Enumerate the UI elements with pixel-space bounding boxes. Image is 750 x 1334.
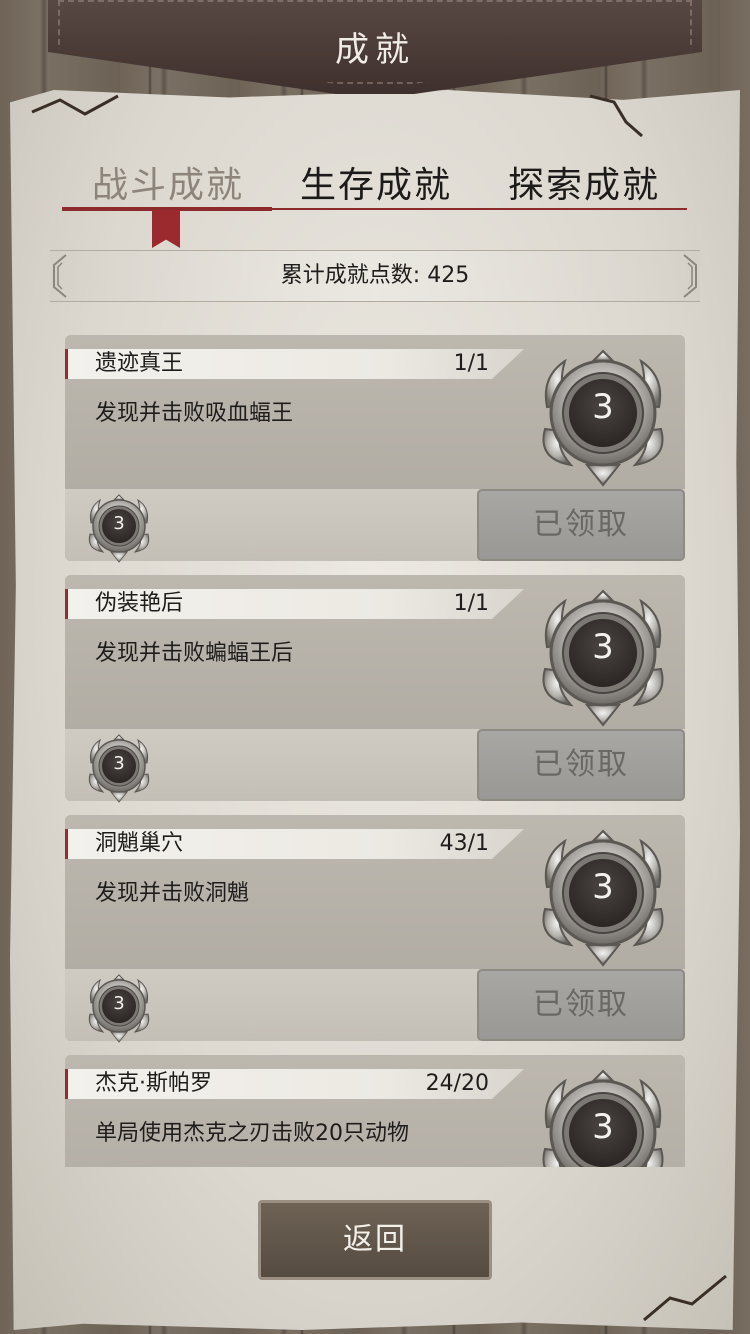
back-button[interactable]: 返回 (258, 1200, 492, 1280)
achievement-card: 遗迹真王 1/1 发现并击败吸血蝠王 3 3 已领取 (65, 335, 685, 561)
tab-survival[interactable]: 生存成就 (300, 156, 452, 208)
tab-explore[interactable]: 探索成就 (508, 156, 660, 208)
crack-decoration (31, 94, 119, 116)
achievement-description: 单局使用杰克之刃击败20只动物 (95, 1121, 409, 1146)
achievement-name: 遗迹真王 (95, 351, 184, 376)
tab-bar: 战斗成就 生存成就 探索成就 (62, 150, 687, 248)
crack-decoration (643, 1274, 727, 1322)
achievement-name: 杰克·斯帕罗 (95, 1071, 212, 1096)
claimed-button[interactable]: 已领取 (477, 729, 685, 801)
crack-decoration (589, 94, 643, 138)
achievement-card: 洞魈巢穴 43/1 发现并击败洞魈 3 3 已领取 (65, 815, 685, 1041)
achievement-progress: 43/1 (439, 831, 489, 856)
achievement-points-bar: 累计成就点数: 425 (50, 250, 700, 302)
page-title: 成就 (335, 30, 415, 70)
ornament-corner-icon (683, 254, 697, 298)
tab-combat[interactable]: 战斗成就 (92, 156, 244, 208)
claimed-button[interactable]: 已领取 (477, 969, 685, 1041)
medal-icon: 3 (535, 587, 671, 727)
medal-value: 3 (592, 387, 614, 427)
achievement-progress: 1/1 (453, 351, 489, 376)
achievement-progress: 24/20 (425, 1071, 489, 1096)
reward-value: 3 (113, 753, 125, 774)
claimed-button[interactable]: 已领取 (477, 489, 685, 561)
achievement-card: 杰克·斯帕罗 24/20 单局使用杰克之刃击败20只动物 3 (65, 1055, 685, 1167)
achievement-description: 发现并击败吸血蝠王 (95, 401, 294, 426)
medal-icon: 3 (535, 827, 671, 967)
ornament-corner-icon (53, 254, 67, 298)
reward-medal-icon: 3 (83, 973, 155, 1043)
reward-value: 3 (113, 513, 125, 534)
medal-value: 3 (592, 867, 614, 907)
achievement-progress: 1/1 (453, 591, 489, 616)
reward-medal-icon: 3 (83, 733, 155, 803)
reward-medal-icon: 3 (83, 493, 155, 563)
achievement-name: 洞魈巢穴 (95, 831, 184, 856)
achievement-description: 发现并击败蝙蝠王后 (95, 641, 294, 666)
achievement-description: 发现并击败洞魈 (95, 881, 250, 906)
achievement-card: 伪装艳后 1/1 发现并击败蝙蝠王后 3 3 已领取 (65, 575, 685, 801)
medal-value: 3 (592, 1107, 614, 1147)
medal-icon: 3 (535, 347, 671, 487)
medal-icon: 3 (535, 1067, 671, 1167)
achievement-list[interactable]: 遗迹真王 1/1 发现并击败吸血蝠王 3 3 已领取 伪装艳后 1/1 发现并击… (65, 335, 685, 1167)
achievement-points-text: 累计成就点数: 425 (280, 263, 470, 288)
reward-value: 3 (113, 993, 125, 1014)
achievement-name: 伪装艳后 (95, 591, 184, 616)
medal-value: 3 (592, 627, 614, 667)
